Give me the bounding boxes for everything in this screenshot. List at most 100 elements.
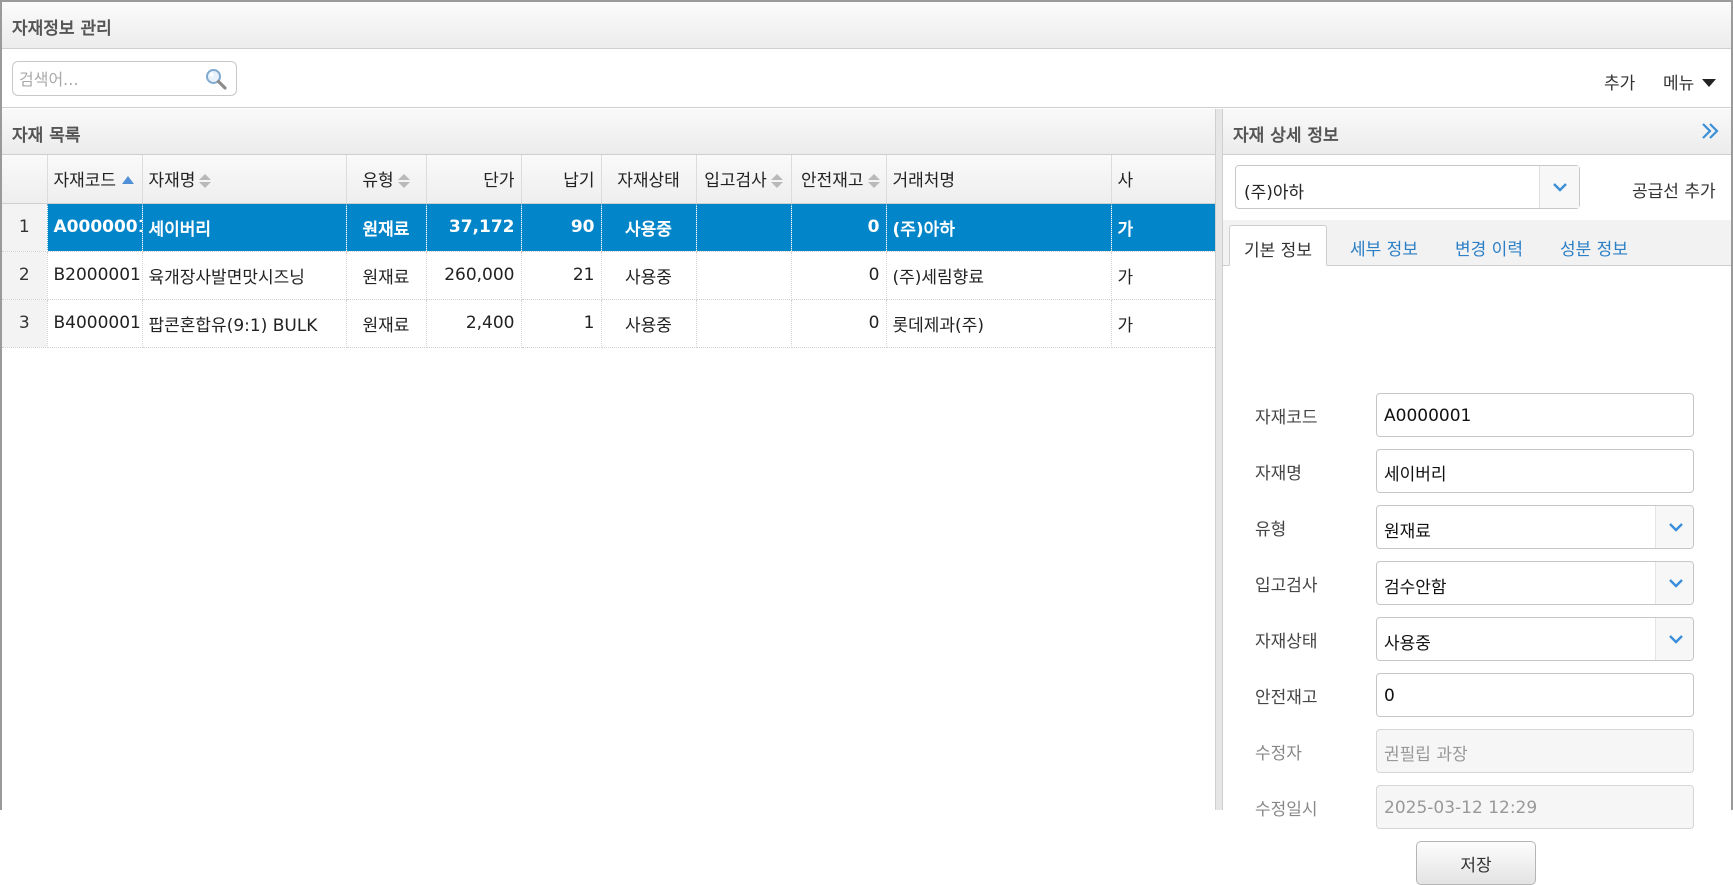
add-supplier-button[interactable]: 공급선 추가 bbox=[1632, 177, 1716, 202]
modified-at-field bbox=[1376, 785, 1694, 829]
name-label: 자재명 bbox=[1255, 464, 1302, 484]
cell-type: 원재료 bbox=[346, 299, 427, 348]
type-value: 원재료 bbox=[1384, 522, 1431, 542]
cell-status: 사용중 bbox=[601, 299, 697, 348]
col-header-name[interactable]: 자재명 bbox=[142, 155, 347, 204]
caret-down-icon bbox=[1702, 79, 1717, 87]
cell-status: 사용중 bbox=[601, 251, 697, 300]
code-label: 자재코드 bbox=[1255, 408, 1318, 428]
col-header-vendor[interactable]: 거래처명 bbox=[886, 155, 1112, 204]
row-number: 3 bbox=[2, 299, 48, 348]
field-row-name: 자재명 bbox=[1223, 449, 1731, 493]
cell-leadtime: 21 bbox=[521, 251, 602, 300]
supplier-select[interactable]: (주)아하 bbox=[1235, 165, 1580, 209]
app-window: 자재정보 관리 추가 메뉴 자재 목록 bbox=[0, 0, 1733, 885]
tab-change-history[interactable]: 변경 이력 bbox=[1441, 225, 1537, 266]
field-row-code: 자재코드 bbox=[1223, 393, 1731, 437]
window-title: 자재정보 관리 bbox=[12, 19, 112, 39]
col-header-status[interactable]: 자재상태 bbox=[601, 155, 697, 204]
supplier-value: (주)아하 bbox=[1244, 183, 1305, 203]
col-header-price[interactable]: 단가 bbox=[426, 155, 522, 204]
safety-stock-field[interactable] bbox=[1376, 673, 1694, 717]
menu-label: 메뉴 bbox=[1663, 74, 1695, 94]
cell-leadtime: 90 bbox=[521, 203, 602, 252]
tab-basic-info[interactable]: 기본 정보 bbox=[1229, 225, 1327, 266]
search-box[interactable] bbox=[12, 61, 237, 96]
cell-inspection bbox=[696, 203, 792, 252]
type-label: 유형 bbox=[1255, 520, 1287, 540]
name-input[interactable] bbox=[1384, 459, 1654, 485]
field-row-status: 자재상태 사용중 bbox=[1223, 617, 1731, 661]
cell-name: 팝콘혼합유(9:1) BULK bbox=[142, 299, 347, 348]
table-row[interactable]: 2 B2000001 육개장사발면맛시즈닝 원재료 260,000 21 사용중… bbox=[2, 251, 1215, 300]
cell-safety-stock: 0 bbox=[791, 203, 887, 252]
field-row-modified-at: 수정일시 bbox=[1223, 785, 1731, 829]
safety-stock-input[interactable] bbox=[1384, 683, 1654, 709]
col-header-type[interactable]: 유형 bbox=[346, 155, 427, 204]
col-header-code[interactable]: 자재코드 bbox=[47, 155, 143, 204]
detail-tabs: 기본 정보 세부 정보 변경 이력 성분 정보 bbox=[1223, 220, 1731, 266]
tab-ingredient-info[interactable]: 성분 정보 bbox=[1546, 225, 1642, 266]
add-button[interactable]: 추가 bbox=[1604, 69, 1635, 94]
modified-at-label: 수정일시 bbox=[1255, 800, 1318, 820]
detail-title: 자재 상세 정보 bbox=[1233, 126, 1339, 146]
col-header-leadtime[interactable]: 납기 bbox=[521, 155, 602, 204]
chevron-down-icon bbox=[1553, 183, 1567, 192]
sort-asc-icon bbox=[122, 176, 135, 185]
cell-safety-stock: 0 bbox=[791, 299, 887, 348]
tab-detail-info[interactable]: 세부 정보 bbox=[1336, 225, 1432, 266]
type-select[interactable]: 원재료 bbox=[1376, 505, 1694, 549]
modifier-field bbox=[1376, 729, 1694, 773]
chevron-down-icon bbox=[1669, 579, 1683, 588]
search-icon[interactable] bbox=[204, 67, 228, 91]
detail-header: 자재 상세 정보 bbox=[1223, 109, 1731, 155]
cell-code: B2000001 bbox=[47, 251, 143, 300]
status-select[interactable]: 사용중 bbox=[1376, 617, 1694, 661]
material-grid: 자재코드 자재명 유형 단가 납기 자재상태 입고검사 안전재고 거래처명 사 bbox=[2, 155, 1215, 810]
row-number: 2 bbox=[2, 251, 48, 300]
inspection-dropdown-button[interactable] bbox=[1655, 562, 1693, 604]
sort-icon bbox=[867, 174, 880, 189]
material-detail-panel: 자재 상세 정보 (주)아하 공급선 추가 기본 정보 세부 정보 변경 이력 … bbox=[1223, 109, 1731, 885]
sort-icon bbox=[397, 174, 410, 189]
cell-code: A0000001 bbox=[47, 203, 143, 252]
cell-status: 사용중 bbox=[601, 203, 697, 252]
material-table: 자재코드 자재명 유형 단가 납기 자재상태 입고검사 안전재고 거래처명 사 bbox=[2, 155, 1215, 348]
col-header-safety-stock[interactable]: 안전재고 bbox=[791, 155, 887, 204]
cell-leadtime: 1 bbox=[521, 299, 602, 348]
double-chevron-right-icon[interactable] bbox=[1699, 119, 1721, 143]
cell-vendor: (주)아하 bbox=[886, 203, 1112, 252]
cell-vendor: 롯데제과(주) bbox=[886, 299, 1112, 348]
status-dropdown-button[interactable] bbox=[1655, 618, 1693, 660]
cell-price: 37,172 bbox=[426, 203, 522, 252]
safety-stock-label: 안전재고 bbox=[1255, 688, 1318, 708]
modifier-input bbox=[1384, 739, 1654, 765]
table-row[interactable]: 3 B4000001 팝콘혼합유(9:1) BULK 원재료 2,400 1 사… bbox=[2, 299, 1215, 348]
cell-inspection bbox=[696, 251, 792, 300]
col-header-inspection[interactable]: 입고검사 bbox=[696, 155, 792, 204]
inspection-select[interactable]: 검수안함 bbox=[1376, 561, 1694, 605]
cell-price: 2,400 bbox=[426, 299, 522, 348]
sort-icon bbox=[199, 174, 212, 189]
chevron-down-icon bbox=[1669, 523, 1683, 532]
search-input[interactable] bbox=[19, 66, 199, 92]
col-header-rownum bbox=[2, 155, 48, 204]
type-dropdown-button[interactable] bbox=[1655, 506, 1693, 548]
table-row[interactable]: 1 A0000001 세이버리 원재료 37,172 90 사용중 0 (주)아… bbox=[2, 203, 1215, 252]
supplier-dropdown-button[interactable] bbox=[1539, 166, 1579, 208]
chevron-down-icon bbox=[1669, 635, 1683, 644]
code-field[interactable] bbox=[1376, 393, 1694, 437]
supplier-bar: (주)아하 공급선 추가 bbox=[1223, 156, 1731, 218]
code-input[interactable] bbox=[1384, 403, 1654, 429]
material-list-panel: 자재 목록 자재코드 자재명 유형 단가 납기 자재상태 입고검사 안전재고 거… bbox=[2, 109, 1215, 810]
cell-price: 260,000 bbox=[426, 251, 522, 300]
cell-safety-stock: 0 bbox=[791, 251, 887, 300]
menu-button[interactable]: 메뉴 bbox=[1663, 69, 1717, 94]
title-bar: 자재정보 관리 bbox=[2, 2, 1731, 49]
save-button[interactable]: 저장 bbox=[1416, 841, 1536, 885]
panel-splitter[interactable] bbox=[1215, 109, 1223, 810]
col-header-extra[interactable]: 사 bbox=[1111, 155, 1215, 204]
toolbar: 추가 메뉴 bbox=[2, 50, 1731, 108]
field-row-modifier: 수정자 bbox=[1223, 729, 1731, 773]
name-field[interactable] bbox=[1376, 449, 1694, 493]
